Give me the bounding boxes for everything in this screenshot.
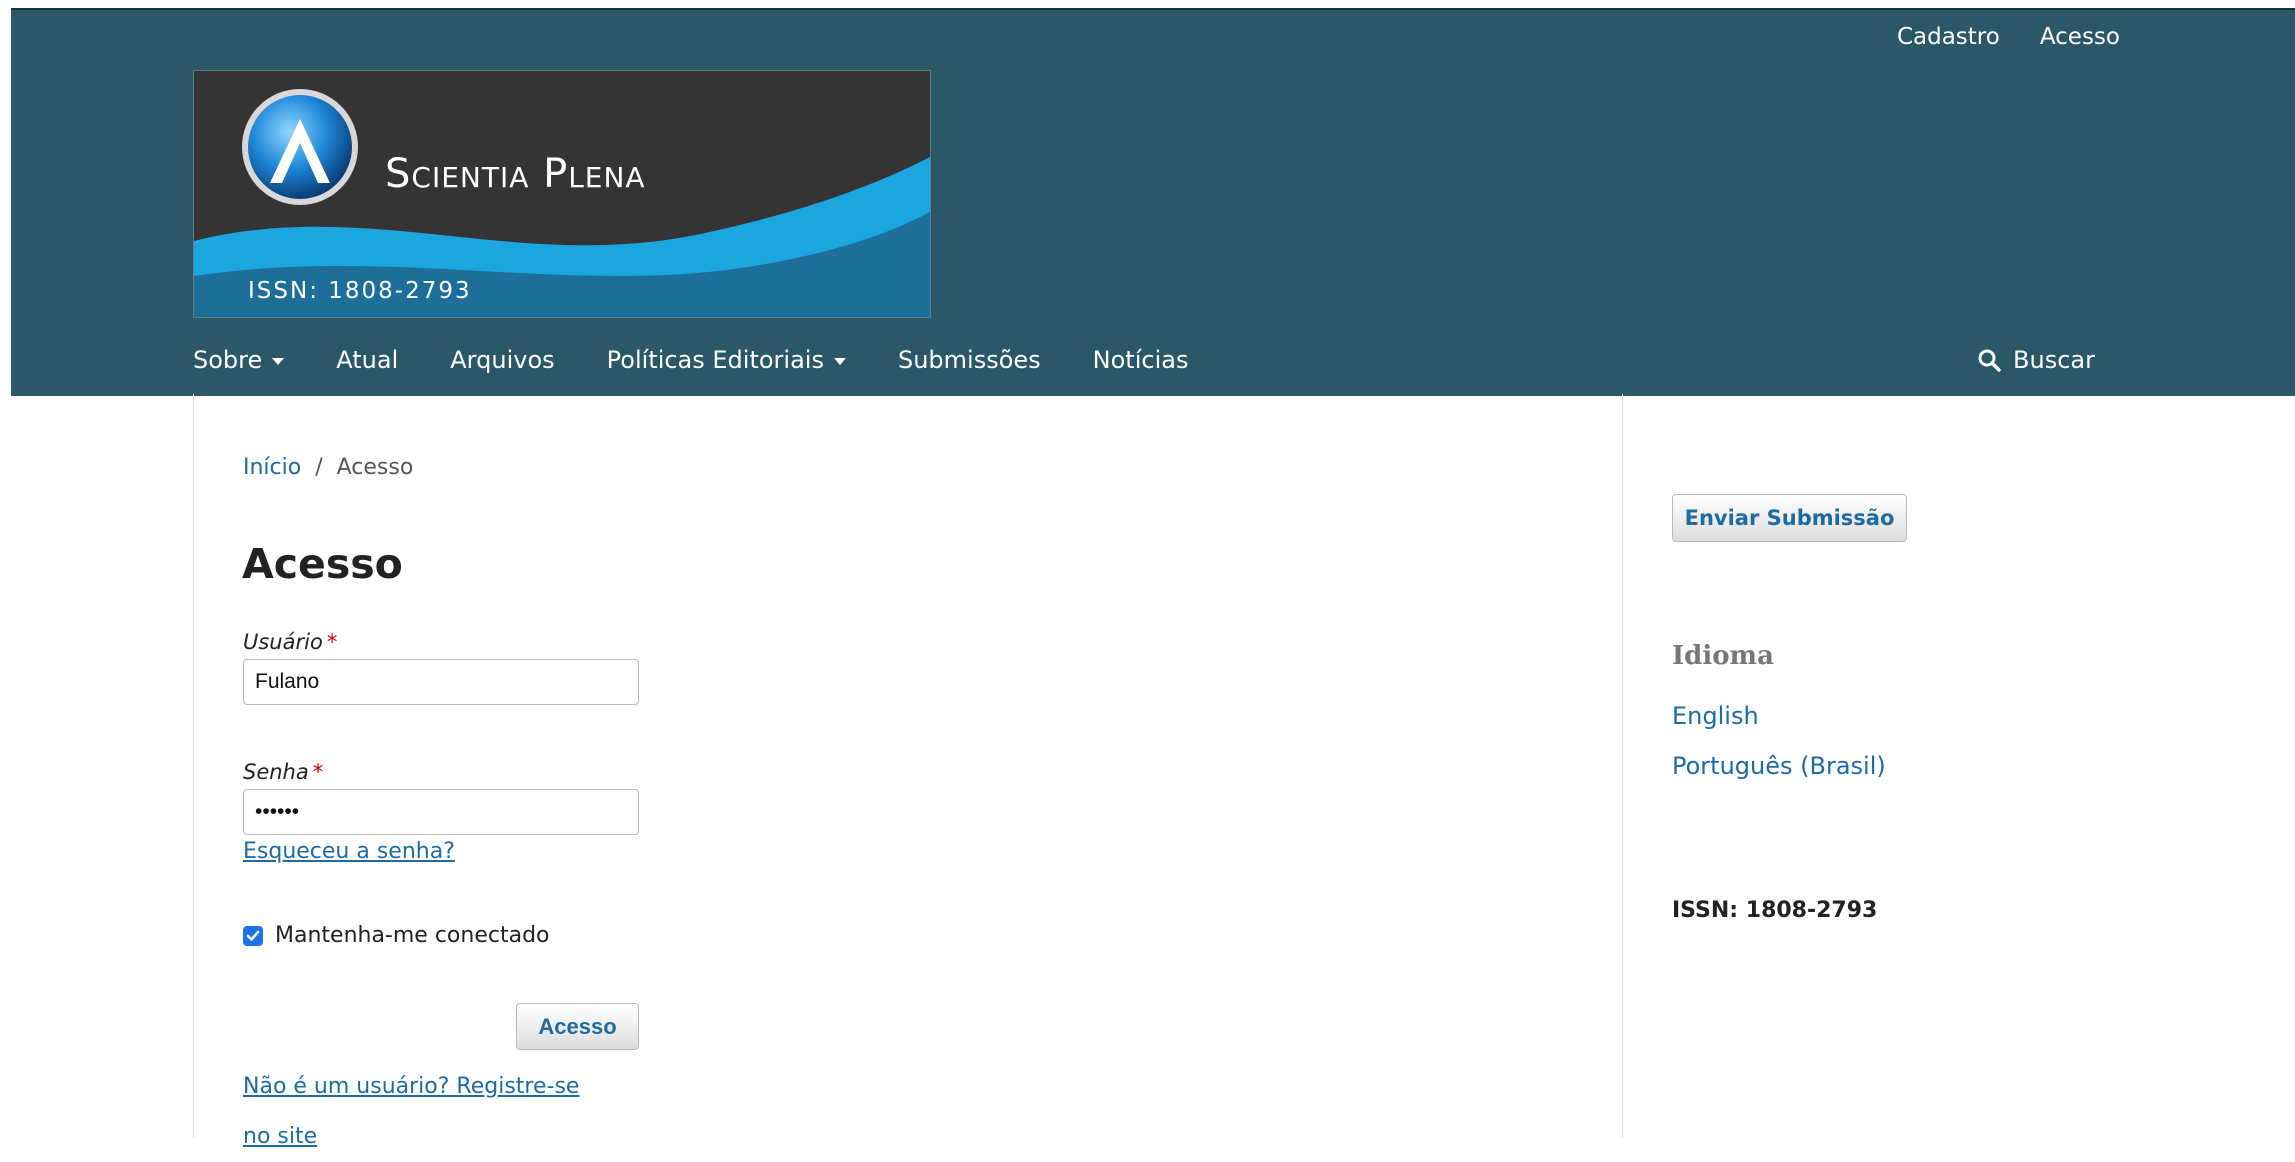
nav-item-arquivos[interactable]: Arquivos xyxy=(450,346,554,374)
logo-title: Scientia Plena xyxy=(385,151,646,197)
breadcrumb-separator: / xyxy=(315,455,323,480)
page-title: Acesso xyxy=(242,540,403,588)
breadcrumb: Início / Acesso xyxy=(243,455,413,480)
nav-item-atual[interactable]: Atual xyxy=(336,346,398,374)
nav-item-label: Submissões xyxy=(897,346,1041,374)
main-nav: Sobre Atual Arquivos Políticas Editoriai… xyxy=(193,346,1188,374)
caret-down-icon xyxy=(272,358,285,365)
nav-item-sobre[interactable]: Sobre xyxy=(193,346,285,374)
remember-me-label: Mantenha-me conectado xyxy=(275,923,550,948)
login-submit-button[interactable]: Acesso xyxy=(516,1003,639,1050)
content-divider-left xyxy=(193,394,194,1138)
language-link-portugues[interactable]: Português (Brasil) xyxy=(1672,752,1886,780)
search-link[interactable]: Buscar xyxy=(1977,346,2095,374)
password-label-text: Senha xyxy=(243,760,309,784)
nav-item-label: Políticas Editoriais xyxy=(606,346,824,374)
login-link[interactable]: Acesso xyxy=(2040,24,2120,50)
nav-item-label: Sobre xyxy=(193,346,263,374)
required-marker: * xyxy=(326,630,338,654)
nav-item-noticias[interactable]: Notícias xyxy=(1093,346,1189,374)
caret-down-icon xyxy=(833,358,846,365)
breadcrumb-current: Acesso xyxy=(336,455,414,480)
username-label-text: Usuário xyxy=(243,630,323,654)
remember-me-checkbox[interactable] xyxy=(243,925,263,946)
content-divider-sidebar xyxy=(1622,394,1623,1138)
nav-item-politicas-editoriais[interactable]: Políticas Editoriais xyxy=(607,346,846,374)
forgot-password-link[interactable]: Esqueceu a senha? xyxy=(243,839,455,864)
remember-me[interactable]: Mantenha-me conectado xyxy=(243,923,550,948)
nav-item-label: Notícias xyxy=(1092,346,1189,374)
nav-item-label: Atual xyxy=(336,346,399,374)
language-heading: Idioma xyxy=(1672,641,1774,671)
username-label: Usuário * xyxy=(243,630,337,654)
nav-item-submissoes[interactable]: Submissões xyxy=(898,346,1041,374)
submit-article-button[interactable]: Enviar Submissão xyxy=(1672,494,1907,542)
password-label: Senha * xyxy=(243,760,323,784)
search-label: Buscar xyxy=(2013,346,2095,374)
nav-item-label: Arquivos xyxy=(450,346,555,374)
site-logo[interactable]: Scientia Plena ISSN: 1808-2793 xyxy=(193,70,931,318)
logo-issn: ISSN: 1808-2793 xyxy=(248,278,472,304)
register-prompt-link[interactable]: Não é um usuário? Registre-se no site xyxy=(243,1062,603,1162)
sidebar-issn: ISSN: 1808-2793 xyxy=(1672,898,1878,923)
breadcrumb-home-link[interactable]: Início xyxy=(243,455,301,480)
search-icon xyxy=(1978,349,2001,372)
site-header: Cadastro Acesso Scientia Plena ISSN: 180… xyxy=(11,8,2295,396)
password-input[interactable] xyxy=(243,789,639,835)
checkmark-icon xyxy=(246,930,260,941)
username-input[interactable] xyxy=(243,659,639,705)
user-nav: Cadastro Acesso xyxy=(1897,24,2120,50)
register-link[interactable]: Cadastro xyxy=(1897,24,2000,50)
language-link-english[interactable]: English xyxy=(1672,702,1759,730)
required-marker: * xyxy=(312,760,324,784)
